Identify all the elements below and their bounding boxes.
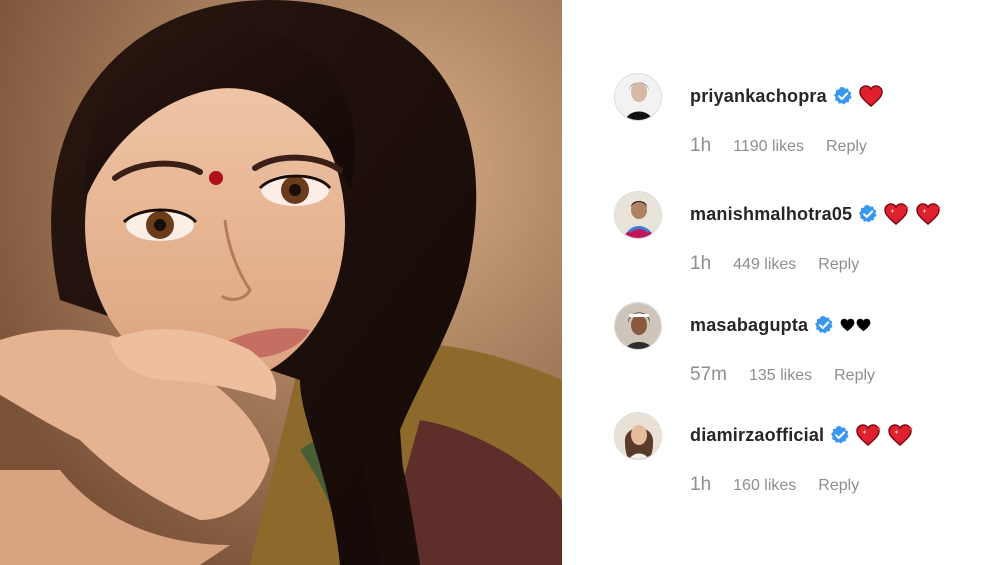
avatar[interactable] xyxy=(614,73,662,121)
username[interactable]: priyankachopra xyxy=(690,86,827,107)
comment-meta: 1h 449 likes Reply xyxy=(690,253,859,275)
black-heart-icon xyxy=(856,318,871,332)
avatar[interactable] xyxy=(614,191,662,239)
avatar-image xyxy=(615,192,661,238)
portrait-illustration xyxy=(0,0,562,565)
comment-item: manishmalhotra05 1h 449 likes Reply xyxy=(614,191,994,291)
reply-button[interactable]: Reply xyxy=(818,477,859,495)
comment-item: diamirzaofficial 1h 160 likes Reply xyxy=(614,412,994,512)
verified-badge-icon xyxy=(830,425,850,445)
comment-time: 57m xyxy=(690,364,727,385)
reply-button[interactable]: Reply xyxy=(826,138,867,156)
sparkling-heart-icon xyxy=(916,203,942,225)
comment-likes[interactable]: 160 likes xyxy=(733,477,796,495)
reply-button[interactable]: Reply xyxy=(834,367,875,385)
sparkling-heart-icon xyxy=(888,424,914,446)
verified-badge-icon xyxy=(858,204,878,224)
comment-time: 1h xyxy=(690,474,712,495)
avatar-image xyxy=(615,413,661,459)
comment-time: 1h xyxy=(690,253,712,274)
sparkling-heart-icon xyxy=(884,203,910,225)
reply-button[interactable]: Reply xyxy=(818,256,859,274)
comment-likes[interactable]: 1190 likes xyxy=(733,138,804,156)
comment-header: manishmalhotra05 xyxy=(690,201,942,227)
black-heart-icon xyxy=(840,318,855,332)
avatar[interactable] xyxy=(614,302,662,350)
sparkling-heart-icon xyxy=(856,424,882,446)
username[interactable]: masabagupta xyxy=(690,315,808,336)
portrait-photo xyxy=(0,0,562,565)
comment-header: priyankachopra xyxy=(690,83,883,109)
comment-meta: 1h 160 likes Reply xyxy=(690,474,859,496)
username[interactable]: manishmalhotra05 xyxy=(690,204,852,225)
comment-likes[interactable]: 135 likes xyxy=(749,367,812,385)
comment-header: diamirzaofficial xyxy=(690,422,914,448)
comments-panel: priyankachopra 1h 1190 likes Reply manis… xyxy=(562,0,1000,565)
comment-likes[interactable]: 449 likes xyxy=(733,256,796,274)
comment-item: masabagupta 57m 135 likes Reply xyxy=(614,302,994,402)
avatar-image xyxy=(615,303,661,349)
comment-meta: 1h 1190 likes Reply xyxy=(690,135,867,157)
comment-meta: 57m 135 likes Reply xyxy=(690,364,875,386)
comment-time: 1h xyxy=(690,135,712,156)
comment-header: masabagupta xyxy=(690,312,871,338)
avatar-image xyxy=(615,74,661,120)
username[interactable]: diamirzaofficial xyxy=(690,425,824,446)
avatar[interactable] xyxy=(614,412,662,460)
red-heart-icon xyxy=(859,85,883,107)
verified-badge-icon xyxy=(833,86,853,106)
verified-badge-icon xyxy=(814,315,834,335)
comment-item: priyankachopra 1h 1190 likes Reply xyxy=(614,73,994,173)
